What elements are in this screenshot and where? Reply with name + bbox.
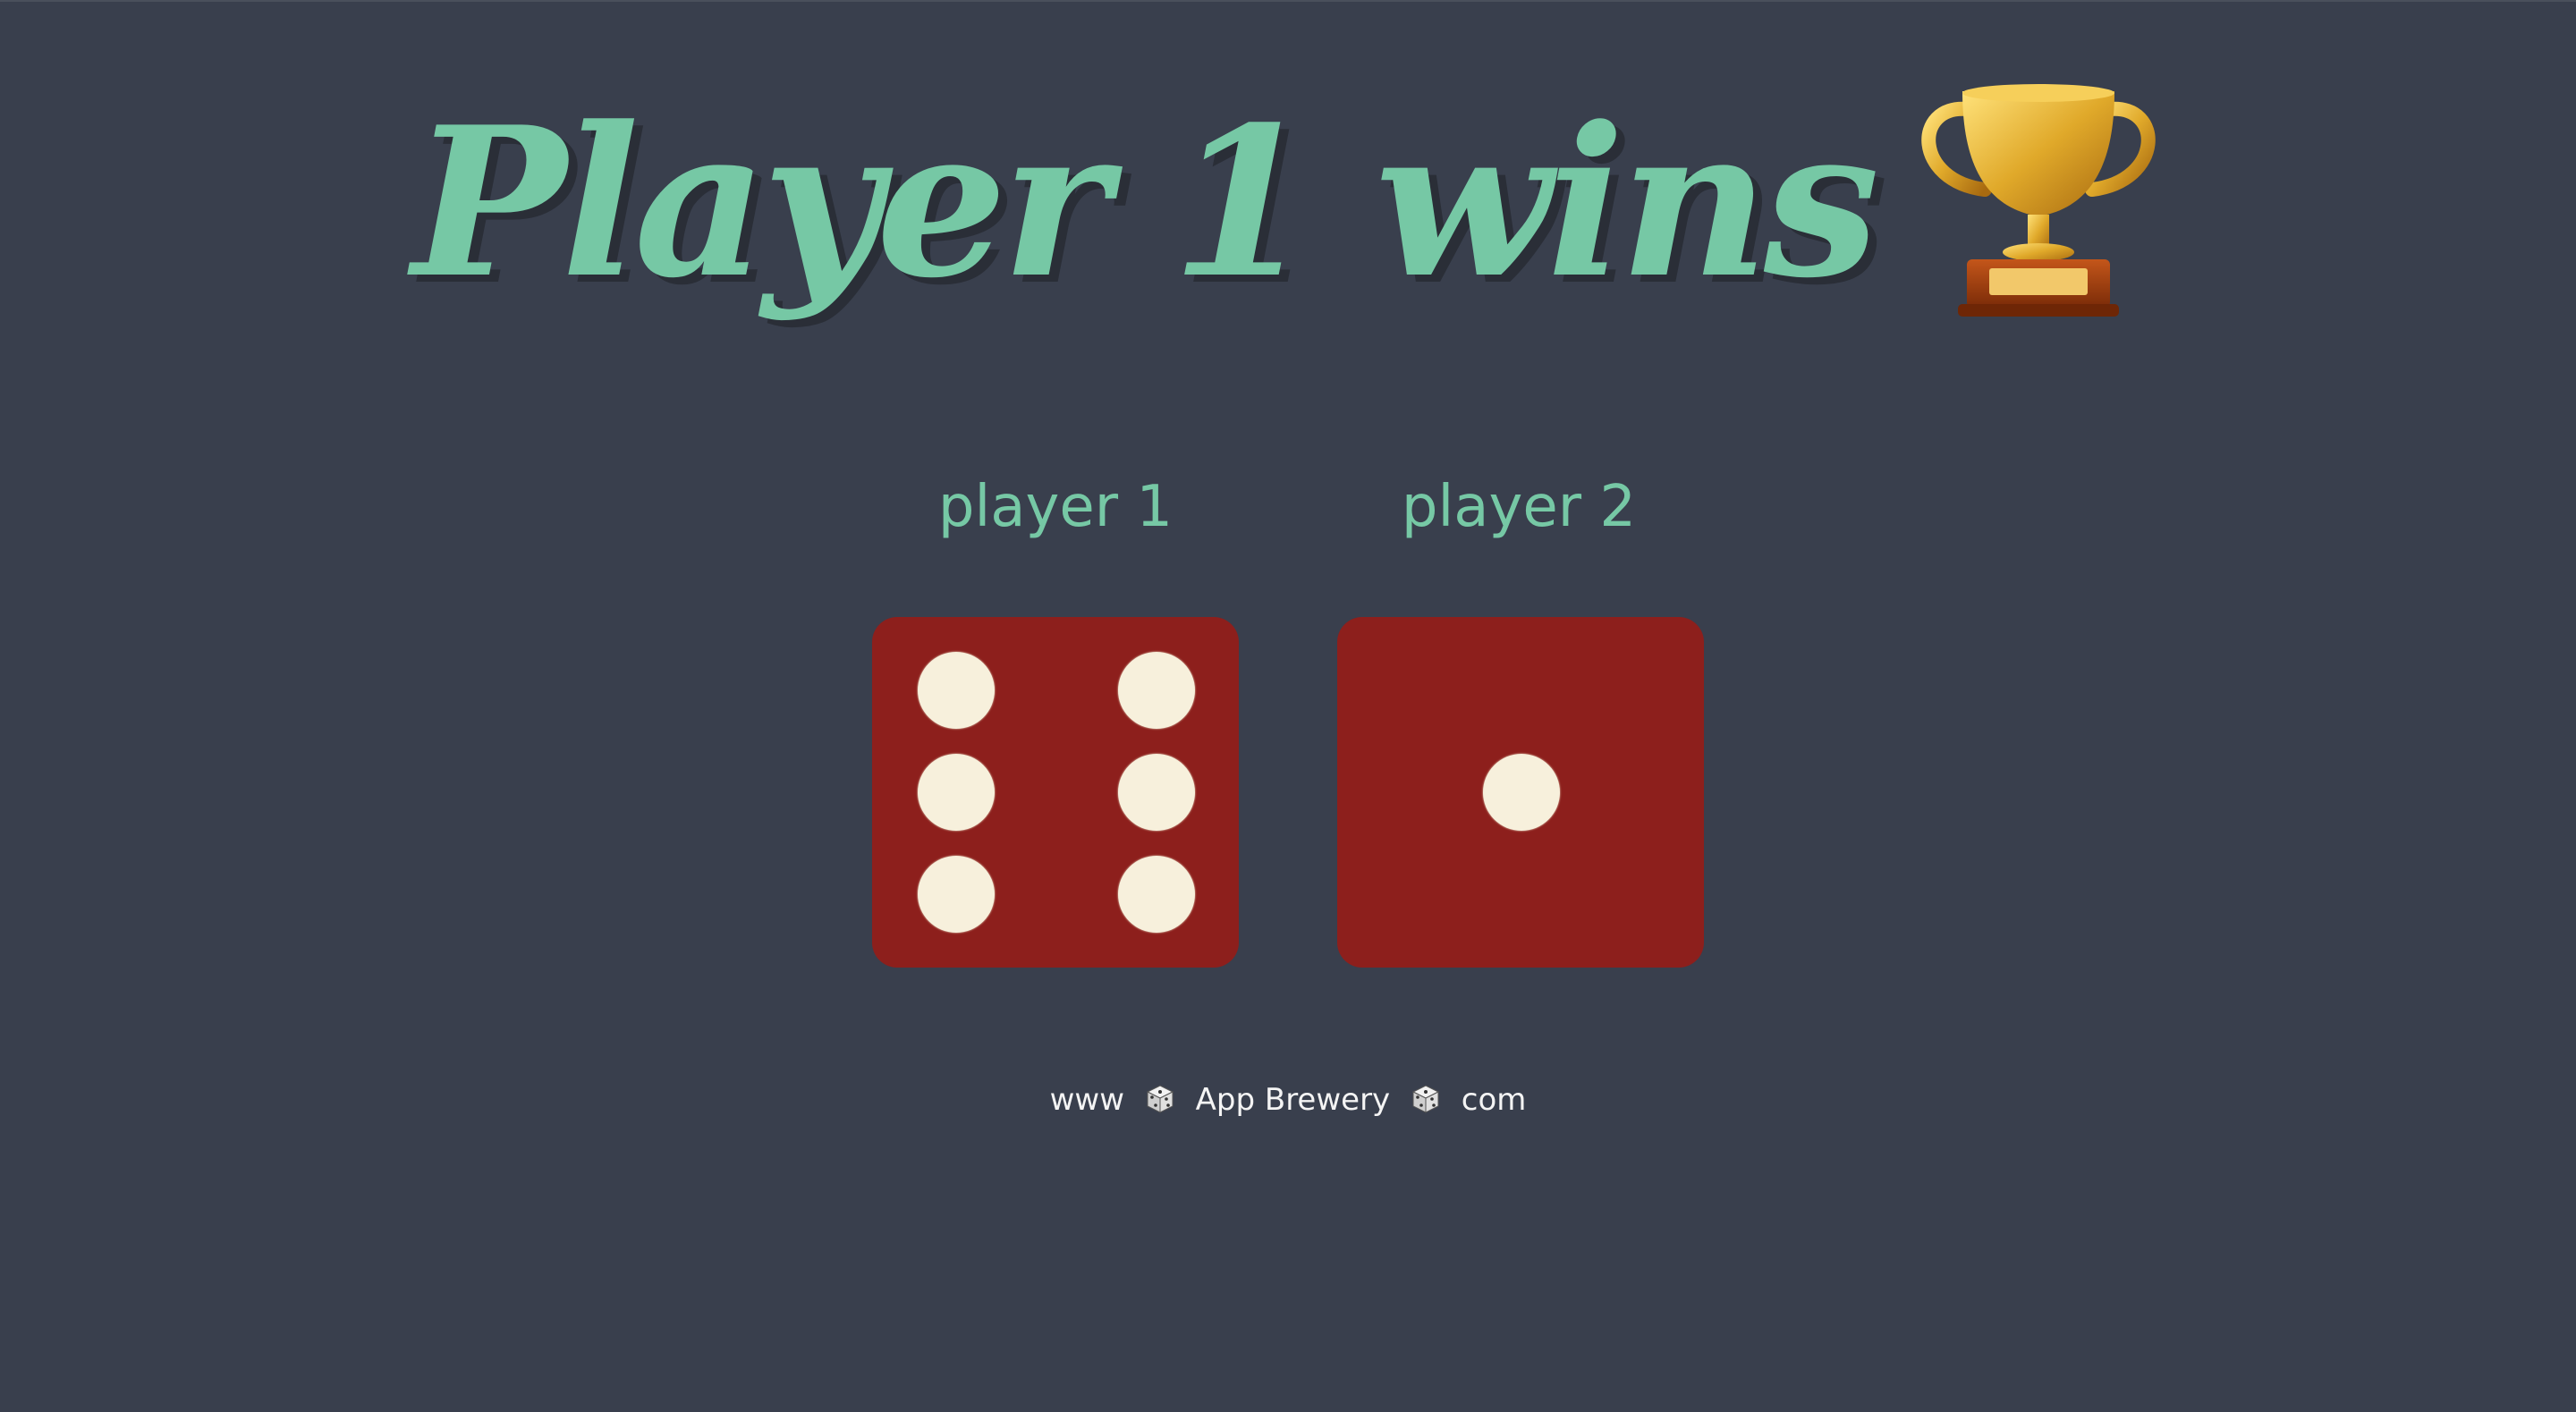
player-2-die (1337, 617, 1704, 968)
die-pip (1118, 754, 1195, 831)
die-pip (918, 652, 995, 729)
dice-icon (1411, 1085, 1440, 1113)
page-title: Player 1 wins (411, 82, 1880, 324)
die-pip (1118, 856, 1195, 933)
die-pip (1483, 754, 1560, 831)
die-pip (918, 856, 995, 933)
die-pip (1118, 652, 1195, 729)
trophy-icon (1921, 84, 2156, 317)
headline: Player 1 wins (0, 82, 2576, 324)
footer-www: www (1049, 1082, 1125, 1118)
player-1-label: player 1 (937, 474, 1174, 540)
footer: www App Brewery com (0, 1075, 2576, 1125)
footer-brand: App Brewery (1195, 1082, 1391, 1118)
player-2-label: player 2 (1401, 474, 1637, 540)
footer-com: com (1461, 1082, 1527, 1118)
die-pip (918, 754, 995, 831)
player-1-die (872, 617, 1239, 968)
dice-icon (1146, 1085, 1174, 1113)
